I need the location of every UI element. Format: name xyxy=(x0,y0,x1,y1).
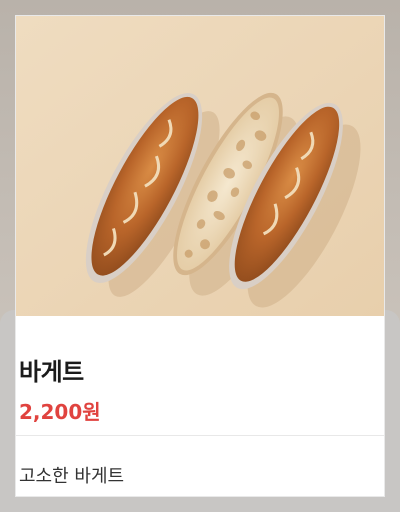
product-name: 바게트 xyxy=(19,358,84,386)
product-image xyxy=(16,16,384,316)
product-price: 2,200원 xyxy=(19,400,101,424)
divider xyxy=(16,435,384,436)
product-description: 고소한 바게트 xyxy=(19,466,125,487)
product-card: 바게트 2,200원 고소한 바게트 xyxy=(15,15,385,497)
